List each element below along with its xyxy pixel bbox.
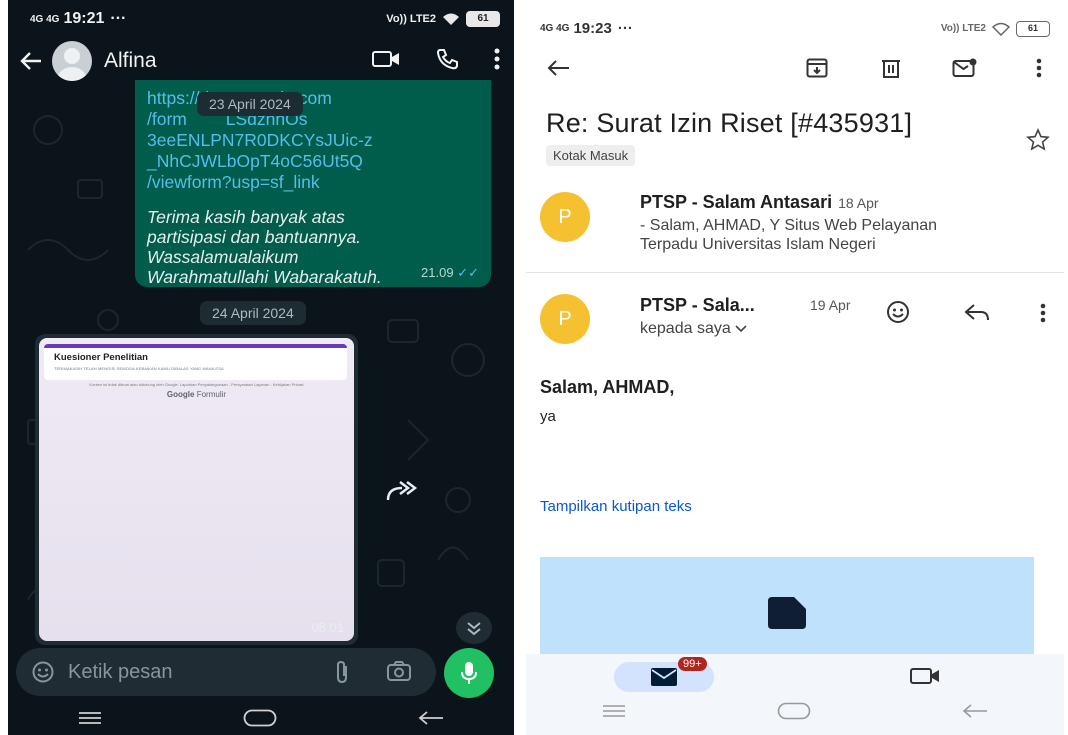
clock: 19:21 — [63, 10, 105, 27]
message-date: 18 Apr — [838, 195, 879, 211]
home-icon[interactable] — [243, 709, 277, 727]
more-options-icon[interactable] — [1040, 303, 1046, 323]
message-snippet[interactable]: - Salam, AHMAD, Y Situs Web Pelayanan Te… — [640, 216, 937, 254]
email-subject: Re: Surat Izin Riset [#435931] — [546, 108, 913, 138]
menu-icon[interactable] — [602, 704, 626, 718]
message-input[interactable]: Ketik pesan — [68, 661, 173, 684]
battery-indicator: 61 — [1016, 20, 1050, 37]
email-greeting: Salam, AHMAD, — [540, 377, 675, 397]
message-date: 19 Apr — [810, 297, 851, 313]
form-header-card: Kuesioner Penelitian TERIMAKASIH TELAH M… — [44, 344, 347, 380]
star-icon[interactable] — [1026, 128, 1050, 152]
meet-video-icon[interactable] — [910, 666, 940, 686]
message-time: 21.09 ✓✓ — [421, 265, 479, 280]
more-options-icon[interactable] — [494, 48, 500, 70]
menu-icon[interactable] — [78, 711, 102, 725]
system-navigation-bar — [526, 702, 1064, 720]
form-title: Kuesioner Penelitian — [54, 352, 148, 363]
volte-indicator: Vo)) LTE2 — [940, 23, 986, 34]
mark-unread-icon[interactable] — [952, 58, 978, 78]
reply-icon[interactable] — [964, 303, 990, 321]
unread-badge: 99+ — [678, 657, 707, 671]
signal-indicator: 4G 4G — [540, 23, 570, 34]
form-screenshot-image[interactable]: Kuesioner Penelitian TERIMAKASIH TELAH M… — [39, 338, 354, 641]
sender-name: PTSP - Salam Antasari — [640, 192, 833, 212]
chat-header: Alfina — [8, 36, 514, 86]
message-composer[interactable]: Ketik pesan — [16, 648, 436, 696]
volte-indicator: Vo)) LTE2 — [386, 13, 436, 25]
back-icon[interactable] — [418, 710, 444, 726]
back-icon[interactable] — [962, 703, 988, 719]
read-ticks-icon: ✓✓ — [457, 265, 479, 280]
archive-icon[interactable] — [806, 58, 828, 78]
emoji-reaction-icon[interactable] — [886, 300, 910, 324]
wifi-icon — [443, 13, 459, 25]
inbox-label-chip[interactable]: Kotak Masuk — [546, 145, 636, 166]
email-body: ya — [540, 408, 556, 425]
signal-indicator: 4G 4G — [30, 13, 60, 25]
recipient-details-toggle[interactable]: kepada saya — [640, 320, 747, 338]
outgoing-message-bubble[interactable]: https://docs.google.com /form LSdznhOs 3… — [135, 80, 491, 287]
date-separator: 23 April 2024 — [197, 92, 303, 116]
back-arrow-icon[interactable] — [546, 58, 570, 78]
image-time: 08.01 — [311, 620, 344, 635]
bottom-navigation: 99+ — [526, 654, 1064, 735]
voice-call-icon[interactable] — [436, 48, 458, 70]
camera-icon[interactable] — [386, 660, 412, 682]
mail-icon — [651, 668, 677, 686]
more-notifications: ··· — [617, 20, 633, 37]
contact-name[interactable]: Alfina — [104, 49, 157, 73]
attachment-icon[interactable] — [334, 660, 350, 684]
google-forms-logo: Google Formulir — [166, 390, 227, 399]
sender-avatar[interactable]: P — [540, 294, 590, 344]
delete-icon[interactable] — [880, 58, 902, 78]
chevron-down-icon — [735, 325, 747, 333]
more-options-icon[interactable] — [1036, 58, 1042, 78]
sender-avatar[interactable]: P — [540, 192, 590, 242]
attachment-preview[interactable] — [540, 557, 1034, 655]
more-notifications: ··· — [110, 10, 127, 27]
image-message-bubble[interactable]: Kuesioner Penelitian TERIMAKASIH TELAH M… — [35, 334, 358, 645]
message-1-header[interactable]: PTSP - Salam Antasari 18 Apr — [640, 192, 879, 213]
status-bar: 4G 4G 19:21 ··· Vo)) LTE2 61 — [30, 8, 500, 30]
form-subtitle: TERIMAKASIH TELAH MENGISI SEMOGA KEBAIKA… — [54, 366, 224, 371]
wifi-icon — [992, 22, 1010, 36]
show-quoted-text-link[interactable]: Tampilkan kutipan teks — [540, 498, 692, 515]
date-separator: 24 April 2024 — [200, 301, 306, 325]
home-icon[interactable] — [777, 702, 811, 720]
video-call-icon[interactable] — [372, 49, 400, 69]
file-icon — [768, 597, 806, 629]
form-footer: Konten ini tidak dibuat atau didukung ol… — [89, 382, 304, 387]
gmail-screen: 4G 4G 19:23 ··· Vo)) LTE2 61 Re: Surat I… — [526, 0, 1064, 735]
whatsapp-screen: 4G 4G 19:21 ··· Vo)) LTE2 61 Alfina http… — [8, 0, 514, 735]
back-arrow-icon[interactable] — [20, 51, 42, 71]
status-bar: 4G 4G 19:23 ··· Vo)) LTE2 61 — [540, 20, 1050, 37]
voice-message-button[interactable] — [444, 648, 494, 698]
email-toolbar — [546, 58, 1046, 88]
microphone-icon — [461, 662, 477, 684]
system-navigation-bar — [8, 700, 514, 735]
contact-avatar[interactable] — [52, 41, 92, 81]
forward-icon[interactable] — [384, 478, 418, 504]
double-chevron-down-icon — [467, 622, 481, 636]
emoji-icon[interactable] — [32, 661, 54, 683]
scroll-to-bottom-button[interactable] — [456, 612, 492, 644]
sender-name[interactable]: PTSP - Sala... — [640, 295, 755, 316]
clock: 19:23 — [573, 20, 612, 37]
message-divider — [526, 272, 1064, 273]
battery-indicator: 61 — [466, 11, 500, 27]
